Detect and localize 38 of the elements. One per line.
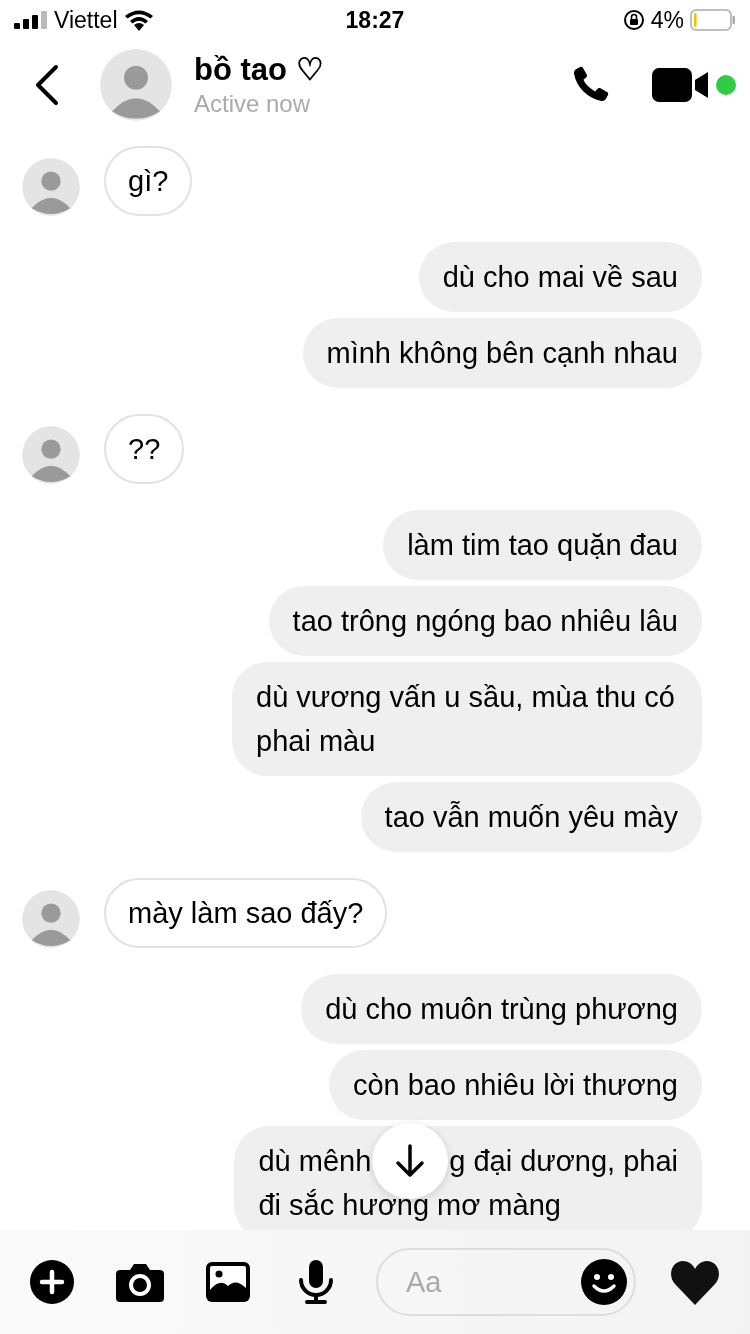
arrow-down-icon [395, 1144, 426, 1178]
received-message: ?? [104, 414, 185, 484]
sent-message: làm tim tao quặn đau [383, 510, 702, 580]
heart-icon[interactable] [670, 1259, 720, 1305]
sent-message: mình không bên cạnh nhau [302, 318, 702, 388]
carrier-name: Viettel [54, 6, 118, 34]
received-message: gì? [104, 146, 193, 216]
emoji-icon[interactable] [581, 1259, 627, 1305]
sent-message: còn bao nhiêu lời thương [328, 1050, 702, 1120]
sent-message: dù vương vấn u sầu, mùa thu có phai màu [232, 662, 702, 776]
avatar [22, 890, 80, 948]
active-status: Active now [194, 89, 312, 119]
avatar [22, 158, 80, 216]
message-text: đi sắc hương mơ màng [258, 1188, 561, 1223]
rotation-lock-icon [622, 9, 645, 31]
back-icon[interactable] [34, 64, 60, 106]
microphone-icon[interactable] [298, 1260, 334, 1304]
message-field[interactable]: Aa [376, 1248, 636, 1316]
avatar [100, 49, 172, 121]
gallery-icon[interactable] [206, 1262, 250, 1302]
battery-percent: 4% [650, 6, 684, 34]
contact-name: bồ tao ♡ [194, 51, 325, 89]
clock-time: 18:27 [345, 6, 405, 33]
video-call-icon[interactable] [652, 68, 710, 102]
sent-message: tao trông ngóng bao nhiêu lâu [268, 586, 702, 656]
avatar [22, 426, 80, 484]
signal-icon [14, 11, 48, 29]
battery-icon [690, 9, 736, 31]
online-dot [716, 75, 736, 95]
message-text: dù mênh [258, 1144, 372, 1179]
message-text: g đại dương, phai [449, 1144, 678, 1179]
wifi-icon [123, 9, 154, 31]
sent-message: dù cho muôn trùng phương [301, 974, 702, 1044]
add-icon[interactable] [30, 1260, 74, 1304]
sent-message: tao vẫn muốn yêu mày [360, 782, 702, 852]
sent-message: dù cho mai về sau [418, 242, 702, 312]
received-message: mày làm sao đấy? [104, 878, 388, 948]
camera-icon[interactable] [116, 1262, 164, 1302]
